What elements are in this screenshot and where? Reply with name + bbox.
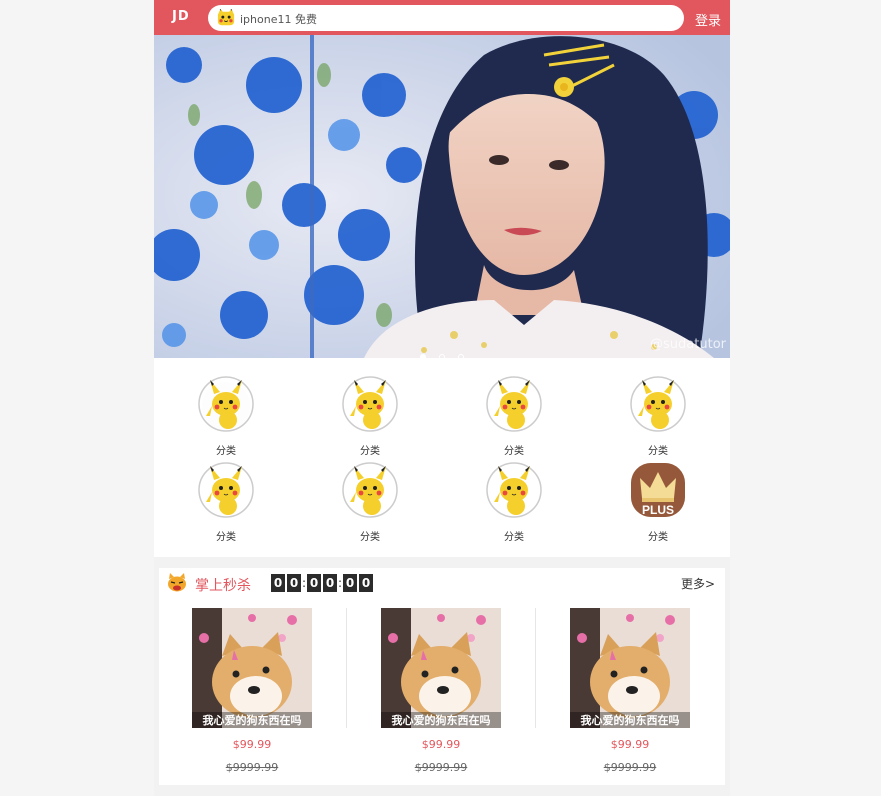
pikachu-icon xyxy=(630,376,686,432)
nav-item-category[interactable]: 分类 xyxy=(186,462,266,544)
timer-digit: 0 xyxy=(271,574,285,592)
product-caption: 我心爱的狗东西在吗 xyxy=(392,713,491,727)
product-card[interactable]: 我心爱的狗东西在吗 $99.99 $9999.99 xyxy=(570,608,690,774)
timer-digit: 0 xyxy=(359,574,374,592)
nav-item-label: 分类 xyxy=(216,446,236,457)
page: JD iphone11 免费 登录 @sudatutor 分类 分类 分类 分类… xyxy=(154,0,730,796)
seckill-section: 掌上秒杀 0 0 : 0 0 : 0 0 更多> 我心爱的狗东西在吗 $99.9… xyxy=(159,568,725,785)
timer-digit: 0 xyxy=(307,574,322,592)
product-caption: 我心爱的狗东西在吗 xyxy=(581,713,680,727)
nav-item-category[interactable]: 分类 xyxy=(474,376,554,458)
more-link[interactable]: 更多> xyxy=(681,575,715,592)
product-caption: 我心爱的狗东西在吗 xyxy=(203,713,302,727)
shiba-dog-image: 我心爱的狗东西在吗 xyxy=(570,608,690,728)
nav-item-category[interactable]: 分类 xyxy=(330,462,410,544)
countdown-timer: 0 0 : 0 0 : 0 0 xyxy=(271,574,375,592)
nav-item-label: 分类 xyxy=(648,532,668,543)
product-old-price: $9999.99 xyxy=(225,761,279,774)
product-card[interactable]: 我心爱的狗东西在吗 $99.99 $9999.99 xyxy=(381,608,501,774)
nav-item-category[interactable]: 分类 xyxy=(186,376,266,458)
nav-item-label: 分类 xyxy=(504,446,524,457)
product-price: $99.99 xyxy=(610,738,650,751)
shiba-dog-image: 我心爱的狗东西在吗 xyxy=(192,608,312,728)
seckill-title: 掌上秒杀 xyxy=(195,578,251,594)
login-button[interactable]: 登录 xyxy=(695,10,721,29)
pikachu-icon xyxy=(342,462,398,518)
pikachu-icon xyxy=(486,462,542,518)
nav-item-label: 分类 xyxy=(360,446,380,457)
nav-item-category-plus[interactable]: PLUS 分类 xyxy=(618,462,698,544)
product-price: $99.99 xyxy=(232,738,272,751)
pikachu-icon xyxy=(198,462,254,518)
nav-item-label: 分类 xyxy=(216,532,236,543)
timer-separator: : xyxy=(338,576,343,590)
timer-digit: 0 xyxy=(323,574,338,592)
timer-digit: 0 xyxy=(287,574,301,592)
nav-item-label: 分类 xyxy=(504,532,524,543)
top-header: JD iphone11 免费 登录 xyxy=(154,0,730,35)
nav-item-category[interactable]: 分类 xyxy=(330,376,410,458)
divider xyxy=(346,608,347,728)
banner-carousel[interactable]: @sudatutor xyxy=(154,35,730,358)
product-card[interactable]: 我心爱的狗东西在吗 $99.99 $9999.99 xyxy=(192,608,312,774)
category-nav: 分类 分类 分类 分类 分类 分类 分类 PLUS 分类 xyxy=(154,358,730,557)
nav-item-category[interactable]: 分类 xyxy=(474,462,554,544)
banner-image xyxy=(154,35,730,358)
logo[interactable]: JD xyxy=(172,9,190,24)
banner-watermark: @sudatutor xyxy=(650,337,726,352)
divider xyxy=(535,608,536,728)
product-price: $99.99 xyxy=(421,738,461,751)
pikachu-icon xyxy=(342,376,398,432)
plus-crown-icon: PLUS xyxy=(631,463,685,517)
plus-text: PLUS xyxy=(642,503,674,517)
nav-item-label: 分类 xyxy=(360,532,380,543)
nav-item-label: 分类 xyxy=(648,446,668,457)
search-bar[interactable]: iphone11 免费 xyxy=(208,5,684,31)
nav-item-category[interactable]: 分类 xyxy=(618,376,698,458)
product-old-price: $9999.99 xyxy=(603,761,657,774)
product-old-price: $9999.99 xyxy=(414,761,468,774)
carousel-dots xyxy=(420,345,472,358)
pikachu-icon xyxy=(198,376,254,432)
search-text: iphone11 免费 xyxy=(240,13,317,26)
shiba-dog-image: 我心爱的狗东西在吗 xyxy=(381,608,501,728)
pikachu-icon xyxy=(486,376,542,432)
cat-icon xyxy=(168,573,186,592)
timer-digit: 0 xyxy=(343,574,358,592)
pikachu-icon xyxy=(217,9,235,26)
timer-separator: : xyxy=(302,576,307,590)
